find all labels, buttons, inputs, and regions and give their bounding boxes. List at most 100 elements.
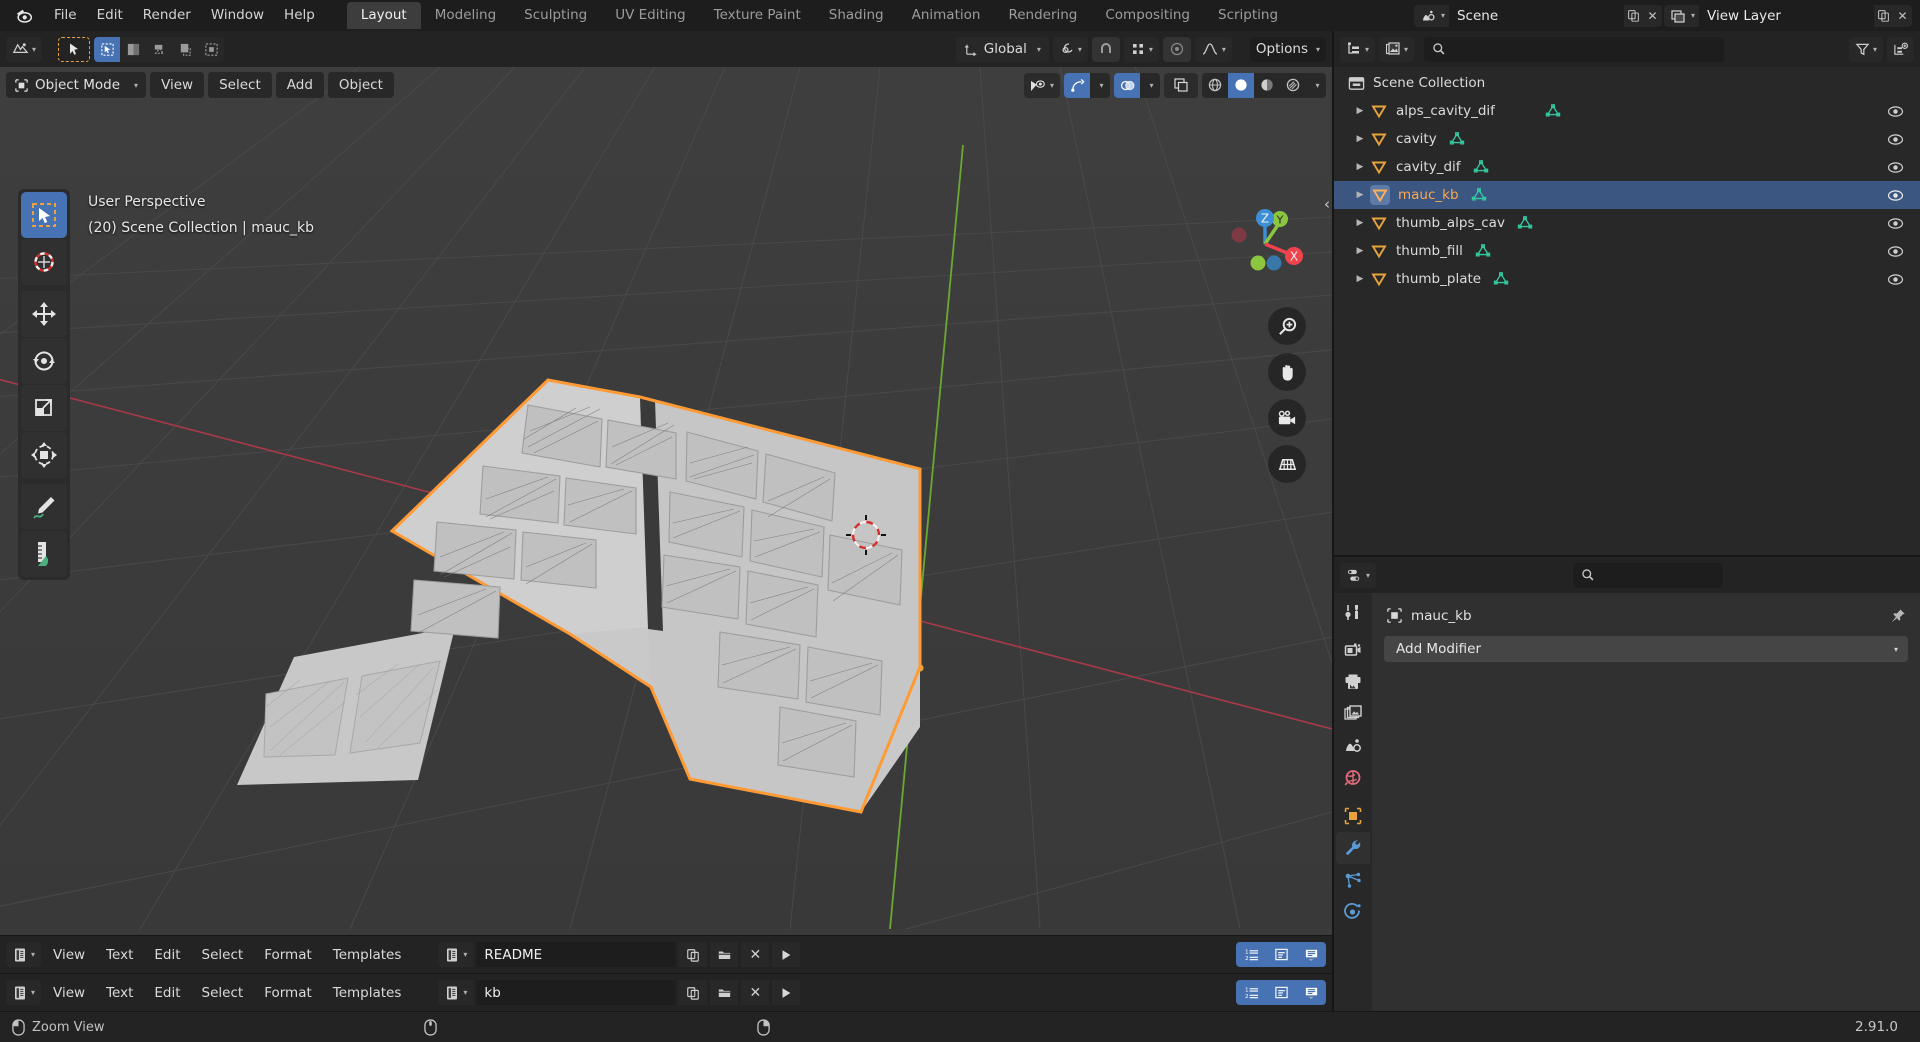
add-modifier-button[interactable]: Add Modifier ▾ <box>1384 636 1908 662</box>
move-tool-icon[interactable] <box>21 291 67 337</box>
visibility-eye-icon[interactable] <box>1887 265 1904 293</box>
text-menu-view-1[interactable]: View <box>44 943 94 967</box>
scene-name[interactable]: Scene <box>1448 4 1624 27</box>
transform-tool-icon[interactable] <box>21 432 67 478</box>
3d-viewport[interactable]: Object Mode ▾ View Select Add Object ▾ ▾… <box>0 67 1332 935</box>
disclosure-triangle-icon[interactable]: ▶ <box>1350 190 1370 200</box>
visibility-eye-icon[interactable] <box>1887 125 1904 153</box>
text-datablock-icon-1[interactable]: ▾ <box>438 942 474 967</box>
snap-magnet-icon[interactable] <box>1091 36 1120 62</box>
select-box-icon[interactable] <box>94 36 121 62</box>
visibility-eye-icon[interactable]: ▾ <box>1023 72 1060 98</box>
word-wrap-icon-1[interactable] <box>1266 942 1296 967</box>
shading-wireframe-icon[interactable] <box>1202 73 1228 98</box>
workspace-tab-scripting[interactable]: Scripting <box>1204 2 1292 29</box>
outliner-item-mauc_kb[interactable]: ▶ mauc_kb <box>1334 181 1920 209</box>
pin-icon[interactable] <box>1890 608 1906 624</box>
outliner-display-mode-icon[interactable]: ▾ <box>1340 36 1376 62</box>
mesh-data-icon[interactable] <box>1545 103 1561 119</box>
text-filename-1[interactable]: README <box>476 942 677 967</box>
viewport-menu-view[interactable]: View <box>150 72 205 98</box>
syntax-highlight-icon-1[interactable] <box>1296 942 1326 967</box>
text-menu-edit-2[interactable]: Edit <box>145 981 189 1005</box>
text-menu-select-2[interactable]: Select <box>193 981 253 1005</box>
visibility-eye-icon[interactable] <box>1887 97 1904 125</box>
text-menu-select-1[interactable]: Select <box>193 943 253 967</box>
disclosure-triangle-icon[interactable]: ▶ <box>1350 274 1370 284</box>
properties-tab-world[interactable] <box>1336 762 1370 794</box>
filter-funnel-icon[interactable]: ▾ <box>1848 36 1883 62</box>
disclosure-triangle-icon[interactable]: ▶ <box>1350 134 1370 144</box>
camera-view-icon[interactable] <box>1268 399 1306 437</box>
annotate-tool-icon[interactable] <box>21 484 67 530</box>
viewport-nav-gizmo[interactable]: Y Z X <box>1218 197 1312 291</box>
view-layer-selector[interactable]: ▾ View Layer ✕ <box>1663 4 1912 27</box>
workspace-tab-modeling[interactable]: Modeling <box>421 2 510 29</box>
line-numbers-icon-2[interactable]: 12 <box>1236 980 1266 1005</box>
properties-tab-output[interactable] <box>1336 666 1370 698</box>
menu-window[interactable]: Window <box>201 4 274 27</box>
visibility-eye-icon[interactable] <box>1887 237 1904 265</box>
text-menu-templates-1[interactable]: Templates <box>324 943 411 967</box>
scene-icon[interactable]: ▾ <box>1413 4 1449 27</box>
menu-edit[interactable]: Edit <box>87 4 133 27</box>
measure-tool-icon[interactable] <box>21 531 67 577</box>
mesh-data-icon[interactable] <box>1517 215 1533 231</box>
unlink-text-icon-2[interactable]: ✕ <box>741 980 770 1005</box>
viewport-menu-object[interactable]: Object <box>327 72 394 98</box>
text-editor-icon-2[interactable]: ▾ <box>6 980 42 1005</box>
workspace-tab-shading[interactable]: Shading <box>815 2 898 29</box>
disclosure-triangle-icon[interactable]: ▶ <box>1350 106 1370 116</box>
shading-solid-icon[interactable] <box>1228 72 1254 98</box>
workspace-tab-rendering[interactable]: Rendering <box>994 2 1091 29</box>
disclosure-triangle-icon[interactable]: ▶ <box>1350 218 1370 228</box>
pivot-point-icon[interactable]: ▾ <box>1052 36 1088 62</box>
scale-tool-icon[interactable] <box>21 385 67 431</box>
select-lasso-icon[interactable] <box>146 37 172 62</box>
outliner-item-alps_cavity_dif[interactable]: ▶ alps_cavity_dif <box>1334 97 1920 125</box>
unlink-text-icon-1[interactable]: ✕ <box>741 942 770 967</box>
text-filename-2[interactable]: kb <box>476 980 677 1005</box>
gizmo-icon[interactable] <box>1064 72 1090 98</box>
cursor-tool-icon[interactable] <box>21 239 67 285</box>
mesh-data-icon[interactable] <box>1475 243 1491 259</box>
text-menu-templates-2[interactable]: Templates <box>324 981 411 1005</box>
select-circle-icon[interactable] <box>120 37 146 62</box>
toggle-ortho-icon[interactable] <box>1268 445 1306 483</box>
mesh-data-icon[interactable] <box>1449 131 1465 147</box>
properties-tab-render[interactable] <box>1336 634 1370 666</box>
disclosure-triangle-icon[interactable]: ▶ <box>1350 246 1370 256</box>
pan-hand-icon[interactable] <box>1268 353 1306 391</box>
text-menu-text-2[interactable]: Text <box>97 981 142 1005</box>
scene-selector[interactable]: ▾ Scene ✕ <box>1413 4 1662 27</box>
zoom-icon[interactable] <box>1268 307 1306 345</box>
outliner-search-input[interactable] <box>1424 36 1725 62</box>
properties-tab-view-layer[interactable] <box>1336 698 1370 730</box>
outliner-root-collection[interactable]: Scene Collection <box>1334 69 1920 97</box>
blender-logo-icon[interactable] <box>12 3 38 29</box>
text-datablock-icon-2[interactable]: ▾ <box>438 980 474 1005</box>
line-numbers-icon-1[interactable]: 12 <box>1236 942 1266 967</box>
text-menu-text-1[interactable]: Text <box>97 943 142 967</box>
overlays-icon[interactable] <box>1114 72 1140 98</box>
disclosure-triangle-icon[interactable]: ▶ <box>1350 162 1370 172</box>
menu-render[interactable]: Render <box>133 4 201 27</box>
properties-tab-physics[interactable] <box>1336 896 1370 928</box>
workspace-tab-compositing[interactable]: Compositing <box>1091 2 1204 29</box>
workspace-tab-sculpting[interactable]: Sculpting <box>510 2 601 29</box>
mesh-data-icon[interactable] <box>1473 159 1489 175</box>
run-script-icon-2[interactable] <box>772 980 801 1005</box>
shading-dropdown-caret[interactable]: ▾ <box>1306 73 1326 98</box>
text-menu-view-2[interactable]: View <box>44 981 94 1005</box>
visibility-eye-icon[interactable] <box>1887 153 1904 181</box>
shading-material-icon[interactable] <box>1254 73 1280 98</box>
text-menu-edit-1[interactable]: Edit <box>145 943 189 967</box>
workspace-tab-layout[interactable]: Layout <box>346 2 421 29</box>
view-layer-new-button[interactable] <box>1874 4 1893 27</box>
properties-tab-particles[interactable] <box>1336 864 1370 896</box>
snap-increment-icon[interactable]: ▾ <box>1123 36 1159 62</box>
text-editor-icon[interactable]: ▾ <box>6 942 42 967</box>
transform-orientation-dropdown[interactable]: Global ▾ <box>955 36 1049 62</box>
select-subtract-icon[interactable] <box>172 37 198 62</box>
workspace-tab-texture-paint[interactable]: Texture Paint <box>700 2 815 29</box>
